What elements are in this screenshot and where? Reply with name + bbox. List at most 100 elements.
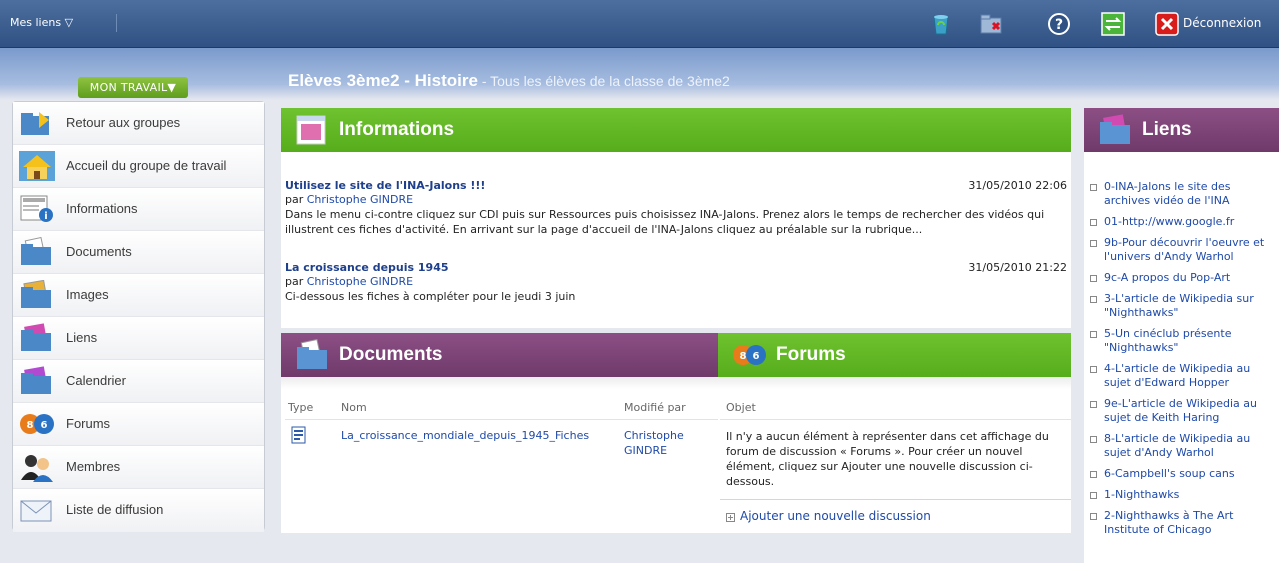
document-modified-by[interactable]: Christophe GINDRE <box>624 428 684 458</box>
documents-header: Documents <box>281 333 718 377</box>
switch-icon[interactable] <box>1100 11 1126 37</box>
info-item-author[interactable]: Christophe GINDRE <box>307 275 413 288</box>
link-item[interactable]: 9c-A propos du Pop-Art <box>1088 271 1273 285</box>
informations-panel: Informations Utilisez le site de l'INA-J… <box>281 108 1071 328</box>
info-item-body: Dans le menu ci-contre cliquez sur CDI p… <box>285 208 1045 236</box>
mon-travail-button[interactable]: MON TRAVAIL▼ <box>78 77 188 98</box>
sidebar-item-label: Accueil du groupe de travail <box>66 158 227 173</box>
link-item[interactable]: 1-Nighthawks <box>1088 488 1273 502</box>
divider <box>285 419 718 420</box>
sidebar-item-forums[interactable]: 86 Forums <box>13 403 264 446</box>
sidebar-item-accueil[interactable]: Accueil du groupe de travail <box>13 145 264 188</box>
link-item[interactable]: 01-http://www.google.fr <box>1088 215 1273 229</box>
info-icon: i <box>20 195 53 222</box>
informations-icon <box>296 115 326 145</box>
add-discussion-link[interactable]: Ajouter une nouvelle discussion <box>740 509 931 523</box>
forums-title: Forums <box>776 344 846 365</box>
add-icon[interactable] <box>726 513 735 522</box>
divider <box>720 419 1071 420</box>
sidebar-item-calendrier[interactable]: Calendrier <box>13 360 264 403</box>
info-item-date: 31/05/2010 22:06 <box>968 179 1067 192</box>
link-item[interactable]: 9b-Pour découvrir l'oeuvre et l'univers … <box>1088 236 1273 264</box>
documents-shadow <box>281 377 718 389</box>
col-type[interactable]: Type <box>288 400 313 415</box>
home-icon <box>19 151 55 181</box>
sidebar-item-membres[interactable]: Membres <box>13 446 264 489</box>
document-link[interactable]: La_croissance_mondiale_depuis_1945_Fiche… <box>341 428 589 443</box>
link-item[interactable]: 5-Un cinéclub présente "Nighthawks" <box>1088 327 1273 355</box>
col-modifie-par[interactable]: Modifié par <box>624 400 686 415</box>
col-objet[interactable]: Objet <box>726 400 756 415</box>
informations-title: Informations <box>339 119 455 140</box>
info-item-title[interactable]: La croissance depuis 1945 <box>285 261 449 274</box>
liens-title: Liens <box>1142 119 1192 140</box>
link-item[interactable]: 0-INA-Jalons le site des archives vidéo … <box>1088 180 1273 208</box>
link-item[interactable]: 4-L'article de Wikipedia au sujet d'Edwa… <box>1088 362 1273 390</box>
calendar-icon <box>21 366 51 394</box>
sidebar-item-liste-diffusion[interactable]: Liste de diffusion <box>13 489 264 532</box>
info-by-prefix: par <box>285 275 307 288</box>
sidebar-item-label: Retour aux groupes <box>66 115 181 130</box>
info-item-author-line: par Christophe GINDRE <box>285 274 1067 289</box>
svg-text:6: 6 <box>753 351 760 362</box>
sidebar-item-label: Informations <box>66 201 138 216</box>
info-item-author[interactable]: Christophe GINDRE <box>307 193 413 206</box>
sidebar-item-liens[interactable]: Liens <box>13 317 264 360</box>
liens-header: Liens <box>1084 108 1279 152</box>
top-bar: Mes liens ▽ ? Déconnexion <box>0 0 1279 48</box>
sidebar-item-informations[interactable]: i Informations <box>13 188 264 231</box>
link-item[interactable]: 3-L'article de Wikipedia sur "Nighthawks… <box>1088 292 1273 320</box>
sidebar-item-label: Forums <box>66 416 111 431</box>
modified-by-line2: GINDRE <box>624 444 668 457</box>
info-item-author-line: par Christophe GINDRE <box>285 192 1067 207</box>
sidebar-item-label: Images <box>66 287 109 302</box>
svg-text:6: 6 <box>41 420 48 431</box>
documents-icon <box>21 237 51 265</box>
sidebar-item-label: Documents <box>66 244 132 259</box>
forums-empty-message: Il n'y a aucun élément à représenter dan… <box>726 430 1049 488</box>
modified-by-line1: Christophe <box>624 429 684 442</box>
link-item[interactable]: 9e-L'article de Wikipedia au sujet de Ke… <box>1088 397 1273 425</box>
info-item-date: 31/05/2010 21:22 <box>968 261 1067 274</box>
mes-liens-menu[interactable]: Mes liens ▽ <box>10 16 73 29</box>
page-subtitle: - Tous les élèves de la classe de 3ème2 <box>477 73 730 89</box>
help-icon[interactable]: ? <box>1046 11 1072 37</box>
logout-link[interactable]: Déconnexion <box>1183 16 1261 30</box>
add-folder-icon[interactable] <box>978 11 1004 37</box>
sidebar-nav: Retour aux groupes Accueil du groupe de … <box>12 101 265 532</box>
forums-header: 86 Forums <box>718 333 1071 377</box>
info-item-title[interactable]: Utilisez le site de l'INA-Jalons !!! <box>285 179 485 192</box>
col-nom[interactable]: Nom <box>341 400 367 415</box>
recycle-bin-icon[interactable] <box>928 11 954 37</box>
svg-text:i: i <box>44 211 47 222</box>
link-item[interactable]: 8-L'article de Wikipedia au sujet d'Andy… <box>1088 432 1273 460</box>
mail-icon <box>20 500 52 522</box>
images-icon <box>21 280 51 308</box>
link-item[interactable]: 6-Campbell's soup cans <box>1088 467 1273 481</box>
sidebar-item-label: Liens <box>66 330 98 345</box>
logout-icon[interactable] <box>1154 11 1180 37</box>
documents-title: Documents <box>339 344 443 365</box>
members-icon <box>21 455 53 482</box>
sidebar-item-label: Calendrier <box>66 373 126 388</box>
forums-header-icon: 86 <box>733 345 766 365</box>
sidebar-item-label: Membres <box>66 459 121 474</box>
separator <box>116 14 117 32</box>
info-by-prefix: par <box>285 193 307 206</box>
sidebar-item-label: Liste de diffusion <box>66 502 164 517</box>
info-item-body: Ci-dessous les fiches à compléter pour l… <box>285 290 576 303</box>
sidebar-item-images[interactable]: Images <box>13 274 264 317</box>
info-item: Utilisez le site de l'INA-Jalons !!! 31/… <box>285 178 1067 237</box>
forums-shadow <box>718 377 1071 389</box>
documents-header-icon <box>297 339 327 369</box>
sidebar-item-documents[interactable]: Documents <box>13 231 264 274</box>
informations-header: Informations <box>281 108 1071 152</box>
info-item: La croissance depuis 1945 31/05/2010 21:… <box>285 260 1067 304</box>
sidebar-item-retour-groupes[interactable]: Retour aux groupes <box>13 102 264 145</box>
word-document-icon[interactable] <box>291 426 307 444</box>
link-item[interactable]: 2-Nighthawks à The Art Institute of Chic… <box>1088 509 1273 537</box>
svg-text:8: 8 <box>740 351 747 362</box>
page-title-main: Elèves 3ème2 - Histoire <box>288 71 478 90</box>
forums-icon: 86 <box>20 414 54 434</box>
svg-text:8: 8 <box>27 420 34 431</box>
